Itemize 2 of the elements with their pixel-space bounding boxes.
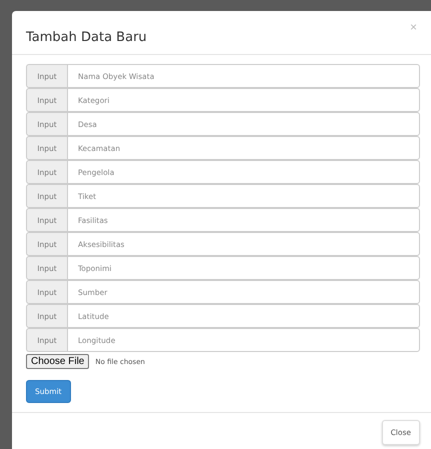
- choose-file-button[interactable]: Choose File: [26, 354, 90, 369]
- modal-title: Tambah Data Baru: [26, 30, 147, 45]
